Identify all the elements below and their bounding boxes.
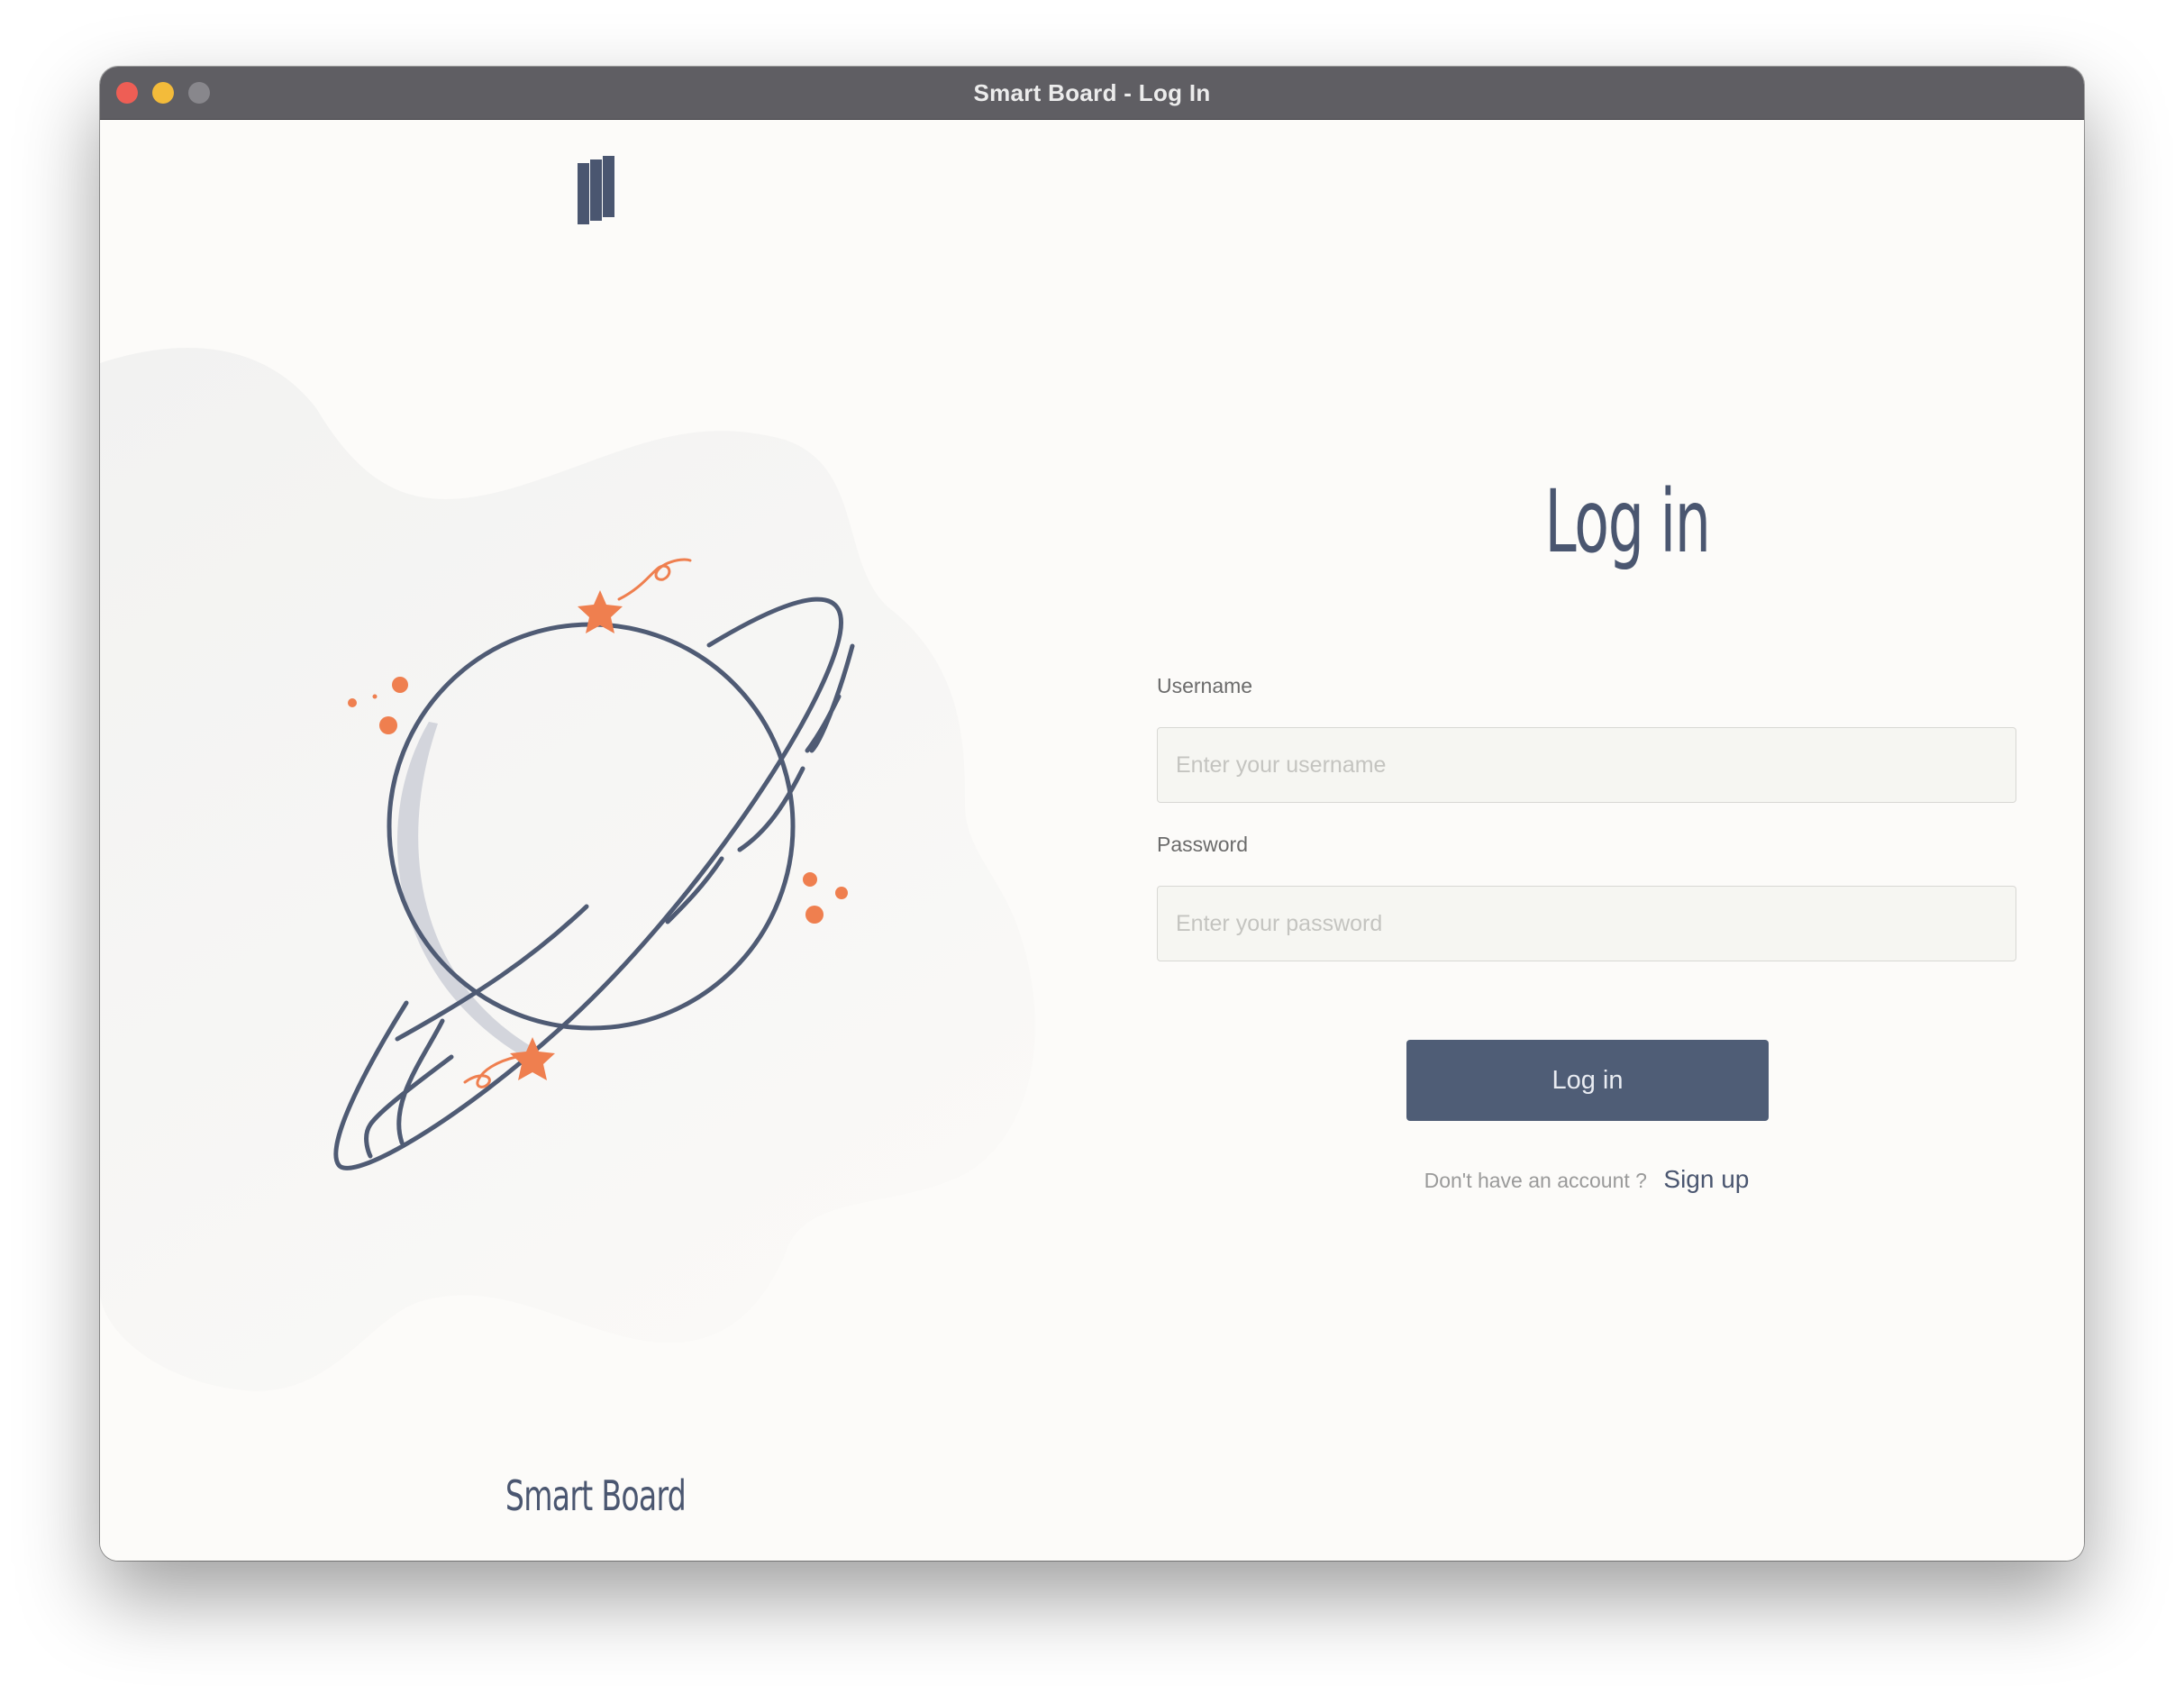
title-bar[interactable]: Smart Board - Log In [100, 67, 2084, 120]
illustration-panel: Smart Board [100, 120, 1109, 1561]
username-label: Username [1157, 674, 1253, 697]
app-window: Smart Board - Log In Smart Board Log in … [100, 67, 2084, 1561]
dot [392, 677, 408, 693]
planet-illustration-icon [100, 347, 1035, 1391]
username-input[interactable] [1157, 727, 2016, 803]
page-title: Log in [1544, 471, 1710, 572]
brand-name: Smart Board [505, 1471, 687, 1520]
signup-prompt: Don't have an account ? [1424, 1169, 1647, 1192]
stacked-bars-logo-icon [578, 156, 614, 224]
background-blob [100, 347, 1035, 1391]
sign-up-link[interactable]: Sign up [1663, 1165, 1749, 1193]
log-in-button[interactable]: Log in [1406, 1040, 1769, 1121]
signup-row: Don't have an account ? Sign up [1361, 1165, 1812, 1194]
password-label: Password [1157, 833, 1248, 856]
password-input[interactable] [1157, 886, 2016, 961]
window-title: Smart Board - Log In [973, 79, 1211, 106]
login-page: Smart Board Log in Username Password Log… [100, 120, 2084, 1561]
